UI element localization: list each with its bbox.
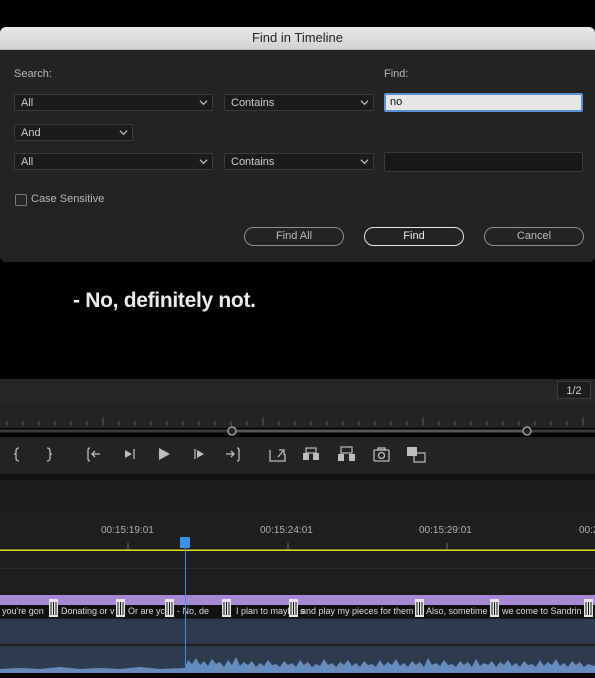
mark-out-icon[interactable] [46, 447, 53, 462]
case-sensitive-checkbox[interactable] [15, 194, 27, 206]
caption-overlay-text: - No, definitely not. [73, 289, 256, 312]
lift-icon[interactable] [269, 449, 286, 462]
timeline-ruler[interactable]: 00:15:19:01 00:15:24:01 00:15:29:01 00:2 [0, 507, 595, 551]
zoom-handle-right[interactable] [522, 426, 532, 436]
timecode-label: 00:15:24:01 [260, 525, 313, 536]
caption-clip-handles [49, 599, 593, 617]
play-icon[interactable] [159, 448, 170, 460]
step-forward-arrow-icon[interactable] [197, 450, 204, 458]
case-sensitive-label: Case Sensitive [31, 193, 105, 205]
conjunction-value: And [21, 127, 41, 139]
timecode-label: 00:15:29:01 [419, 525, 472, 536]
conjunction-select[interactable]: And [14, 124, 133, 141]
timecode-label: 00:15:19:01 [101, 525, 154, 536]
operator-select-1[interactable]: Contains [224, 94, 374, 111]
search-field-value: All [21, 156, 34, 168]
find-in-timeline-dialog: Find in Timeline Search: Find: All Conta… [0, 27, 595, 262]
zoom-scrollbar[interactable] [0, 425, 595, 437]
playhead-line[interactable] [185, 548, 186, 673]
export-frame-icon[interactable] [373, 447, 390, 462]
chevron-down-icon [199, 100, 208, 106]
dialog-title: Find in Timeline [0, 27, 595, 50]
comparison-view-icon[interactable] [407, 447, 426, 463]
operator-value: Contains [231, 156, 275, 168]
timeline-tracks: you're gon Donating or v Or are yc - No,… [0, 551, 595, 673]
page-indicator[interactable]: 1/2 [557, 381, 591, 399]
go-to-in-icon[interactable] [87, 447, 100, 462]
go-to-out-icon[interactable] [226, 447, 240, 462]
overwrite-icon[interactable] [338, 446, 355, 461]
chevron-down-icon [199, 159, 208, 165]
monitor-info-bar [0, 379, 595, 404]
zoom-handle-left[interactable] [227, 426, 237, 436]
timecode-label: 00:2 [579, 525, 595, 536]
search-field-select-2[interactable]: All [14, 153, 213, 170]
sequence-panel-header [0, 480, 595, 507]
chevron-down-icon [360, 100, 369, 106]
find-all-button[interactable]: Find All [244, 227, 344, 246]
find-label: Find: [384, 68, 409, 80]
track-divider [0, 568, 595, 569]
video-track[interactable] [0, 619, 595, 644]
find-button[interactable]: Find [364, 227, 464, 246]
chevron-down-icon [119, 130, 128, 136]
transport-icons [13, 446, 426, 463]
operator-value: Contains [231, 97, 275, 109]
search-field-value: All [21, 97, 34, 109]
search-label: Search: [14, 68, 52, 80]
insert-icon[interactable] [303, 447, 319, 460]
audio-track[interactable] [0, 646, 595, 673]
chevron-down-icon [360, 159, 369, 165]
timeline-ticks [0, 543, 595, 551]
operator-select-2[interactable]: Contains [224, 153, 374, 170]
search-field-select-1[interactable]: All [14, 94, 213, 111]
mark-in-icon[interactable] [13, 447, 20, 462]
find-input-2[interactable] [384, 152, 583, 172]
audio-waveform [0, 657, 595, 673]
transport-controls [0, 437, 595, 474]
cancel-button[interactable]: Cancel [484, 227, 584, 246]
step-back-arrow-icon[interactable] [125, 450, 132, 458]
playhead-handle[interactable] [180, 537, 190, 548]
find-input-1[interactable]: no [384, 93, 583, 112]
